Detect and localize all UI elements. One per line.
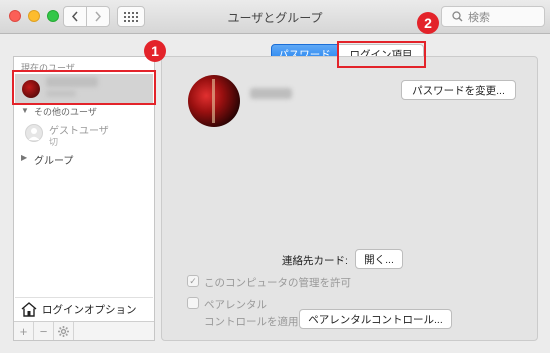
person-icon (28, 128, 40, 140)
disclosure-closed-icon[interactable]: ▶ (21, 153, 27, 162)
sidebar-toolbar: + − (14, 321, 154, 340)
login-options-label: ログインオプション (42, 304, 137, 316)
login-options-item[interactable]: ログインオプション (15, 297, 153, 321)
parental-controls-option[interactable]: ペアレンタル (187, 297, 267, 312)
callout-login-items-tab (337, 41, 426, 68)
parental-controls-label-2: コントロールを適用 (204, 316, 299, 328)
change-password-button[interactable]: パスワードを変更... (401, 80, 516, 100)
action-menu-button[interactable] (54, 322, 74, 340)
add-user-button[interactable]: + (14, 322, 34, 340)
search-field[interactable]: 検索 (441, 6, 545, 27)
search-placeholder: 検索 (468, 11, 490, 24)
user-picture[interactable] (188, 75, 240, 127)
groups-header[interactable]: グループ (34, 152, 73, 167)
allow-admin-checkbox[interactable]: ✓ (187, 275, 199, 287)
allow-admin-option[interactable]: ✓ このコンピュータの管理を許可 (187, 275, 351, 290)
open-contact-card-button[interactable]: 開く... (355, 249, 403, 269)
search-icon (452, 11, 463, 22)
parental-controls-checkbox[interactable] (187, 297, 199, 309)
title-bar: ユーザとグループ 検索 (0, 0, 550, 34)
plus-icon: + (19, 323, 28, 339)
callout-current-user (12, 70, 156, 105)
guest-user-avatar (25, 124, 43, 142)
contact-card-label: 連絡先カード: (282, 255, 348, 267)
disclosure-open-icon[interactable]: ▼ (21, 106, 29, 115)
user-settings-panel: パスワードを変更... 連絡先カード: 開く... ✓ このコンピュータの管理を… (161, 56, 538, 341)
gear-icon (58, 325, 69, 337)
other-users-header: その他のユーザ (34, 107, 97, 117)
callout-badge-2: 2 (417, 12, 439, 34)
user-fullname-redacted (250, 88, 292, 99)
minus-icon: − (39, 323, 48, 339)
remove-user-button[interactable]: − (34, 322, 54, 340)
parental-controls-label-1: ペアレンタル (204, 299, 267, 311)
allow-admin-label: このコンピュータの管理を許可 (204, 277, 351, 289)
callout-badge-1: 1 (144, 40, 166, 62)
parental-controls-button[interactable]: ペアレンタルコントロール... (299, 309, 452, 329)
guest-user-status: 切 (49, 137, 59, 147)
house-icon (21, 302, 37, 317)
